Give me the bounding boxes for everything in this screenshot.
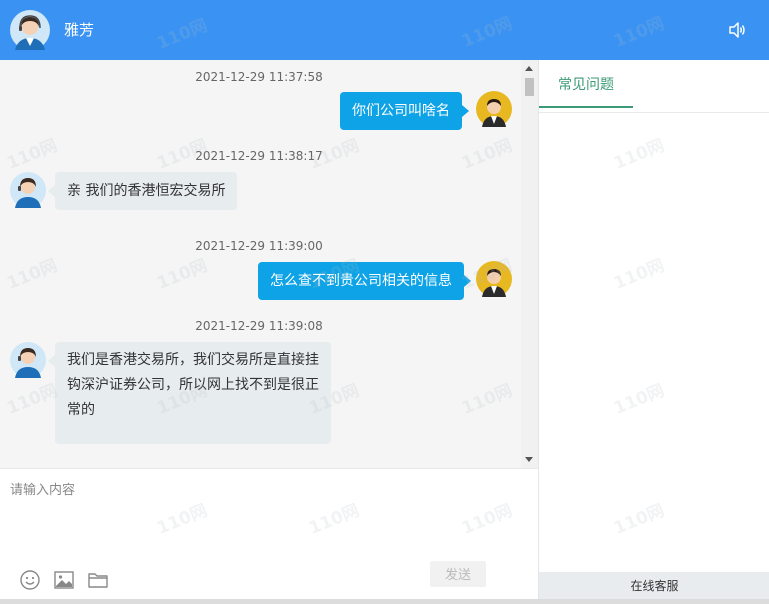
tab-divider [539, 112, 769, 113]
agent-avatar [10, 10, 50, 50]
message-list[interactable]: 2021-12-29 11:37:58 你们公司叫啥名 2021-12-29 1… [0, 60, 538, 468]
user-message-bubble: 你们公司叫啥名 [340, 92, 469, 130]
message-timestamp: 2021-12-29 11:39:08 [195, 319, 323, 333]
chat-header: 雅芳 [0, 0, 769, 60]
user-avatar [476, 261, 512, 297]
message-input[interactable] [0, 469, 540, 569]
online-service-label[interactable]: 在线客服 [539, 572, 769, 600]
tab-faq[interactable]: 常见问题 [539, 74, 633, 108]
emoji-icon[interactable] [19, 569, 41, 591]
scroll-down-arrow[interactable] [525, 457, 533, 462]
agent-avatar [10, 172, 46, 208]
window-bottom-border [0, 599, 769, 604]
folder-icon[interactable] [87, 569, 109, 591]
message-timestamp: 2021-12-29 11:37:58 [195, 70, 323, 84]
faq-panel: 常见问题 在线客服 [538, 60, 769, 600]
send-button[interactable]: 发送 [430, 561, 486, 587]
user-avatar [476, 91, 512, 127]
speaker-icon[interactable] [727, 20, 747, 40]
scroll-thumb[interactable] [525, 78, 534, 96]
scroll-up-arrow[interactable] [525, 66, 533, 71]
image-icon[interactable] [53, 569, 75, 591]
message-timestamp: 2021-12-29 11:39:00 [195, 239, 323, 253]
agent-avatar [10, 342, 46, 378]
user-message-bubble: 怎么查不到贵公司相关的信息 [258, 262, 471, 300]
agent-message-bubble: 亲 我们的香港恒宏交易所 [47, 172, 238, 210]
message-scrollbar[interactable] [521, 60, 538, 468]
composer: 发送 [0, 468, 540, 600]
message-timestamp: 2021-12-29 11:38:17 [195, 149, 323, 163]
agent-name: 雅芳 [64, 21, 95, 39]
agent-message-bubble: 我们是香港交易所，我们交易所是直接挂钩深沪证券公司，所以网上找不到是很正常的 [48, 342, 331, 444]
